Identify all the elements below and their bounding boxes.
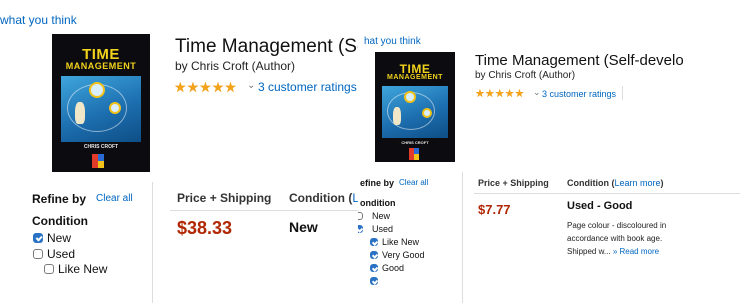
star-icon: ★ [199,79,212,95]
divider [622,86,623,100]
filter-used-label[interactable]: Used [372,224,393,234]
price-column-header: Price + Shipping [177,191,272,205]
customer-ratings-link[interactable]: 3 customer ratings [258,80,357,94]
offer-price: $38.33 [177,218,233,238]
filter-used-checkbox[interactable] [33,249,43,259]
review-link[interactable]: hat you think [364,36,421,47]
clear-all-link[interactable]: Clear all [96,193,133,204]
filter-very-good-checkbox[interactable] [370,251,378,259]
filter-like-new-label[interactable]: Like New [58,262,107,276]
price-column-header: Price + Shipping [478,178,549,188]
offer-condition: Used - Good [567,200,633,212]
rating-stars[interactable]: ★ ★ ★ ★ ★ [174,79,237,96]
condition-column-header: Condition (Learn more) [567,178,664,188]
learn-more-link[interactable]: Learn more [614,178,660,188]
seller-comment-text: Shipped w... [567,247,613,256]
divider [474,193,740,194]
filter-good-label[interactable]: Good [382,263,404,273]
cover-title-line2: MANAGEMENT [387,74,443,81]
customer-ratings-link[interactable]: 3 customer ratings [542,89,616,99]
filter-new-label[interactable]: New [47,231,71,245]
filter-like-new-label[interactable]: Like New [382,237,419,247]
divider [462,172,463,303]
cover-artwork [61,76,141,142]
book-cover-image[interactable]: TIME MANAGEMENT CHRIS CROFT [52,34,150,172]
seller-comment-line1: Page colour - discoloured in [567,221,667,230]
rating-stars[interactable]: ★ ★ ★ ★ ★ [475,87,524,100]
offer-condition: New [289,219,318,235]
filter-new-checkbox[interactable] [358,212,363,220]
filter-new-checkbox[interactable] [33,233,43,243]
product-title[interactable]: Time Management (Self-develo [475,52,684,69]
cover-author: CHRIS CROFT [401,140,429,145]
condition-header-text: Condition ( [567,178,615,188]
divider [152,182,153,303]
filter-like-new-checkbox[interactable] [44,264,54,274]
clear-all-link[interactable]: Clear all [399,178,428,187]
star-icon: ★ [224,79,237,95]
star-icon: ★ [484,88,495,100]
cover-author: CHRIS CROFT [83,144,119,150]
star-icon: ★ [475,88,485,100]
filter-very-good-label[interactable]: Very Good [382,250,425,260]
refine-label: Refine by [32,192,87,206]
filter-used-checkbox[interactable] [358,225,363,233]
condition-heading: Condition [32,214,88,228]
condition-header-end: ) [660,178,664,188]
filter-used-label[interactable]: Used [47,247,75,261]
product-title[interactable]: Time Management (Self- [175,36,372,58]
cover-title-line2: MANAGEMENT [65,61,137,71]
publisher-logo-icon [409,148,419,160]
product-author: by Chris Croft (Author) [475,70,576,81]
filter-more-checkbox[interactable] [370,277,378,285]
chevron-down-icon[interactable]: ⌄ [533,87,541,98]
filter-good-checkbox[interactable] [370,264,378,272]
book-cover-image[interactable]: TIME MANAGEMENT CHRIS CROFT [375,52,455,162]
cover-artwork [382,86,448,138]
publisher-logo-icon [92,154,104,168]
star-icon: ★ [186,79,200,95]
filter-new-label[interactable]: New [372,211,390,221]
seller-comment-line2: accordance with book age. [567,234,663,243]
divider [170,210,372,211]
condition-header-text: Condition ( [289,191,353,205]
filter-like-new-checkbox[interactable] [370,238,378,246]
seller-comment-line3: Shipped w... » Read more [567,247,659,256]
listing-panel-1: what you think TIME MANAGEMENT CHRIS CRO… [0,0,372,303]
refine-label: efine by [360,178,395,188]
star-icon: ★ [504,88,515,100]
review-link[interactable]: what you think [0,13,77,27]
offer-price: $7.77 [478,202,511,217]
star-icon: ★ [211,79,225,95]
read-more-link[interactable]: » Read more [613,247,659,256]
star-icon: ★ [494,88,505,100]
star-icon: ★ [174,79,187,95]
star-icon: ★ [514,88,525,100]
condition-heading: ondition [360,198,396,208]
chevron-down-icon[interactable]: ⌄ [247,80,255,91]
listing-panel-2: hat you think TIME MANAGEMENT CHRIS CROF… [358,30,740,303]
product-author: by Chris Croft (Author) [175,59,296,73]
